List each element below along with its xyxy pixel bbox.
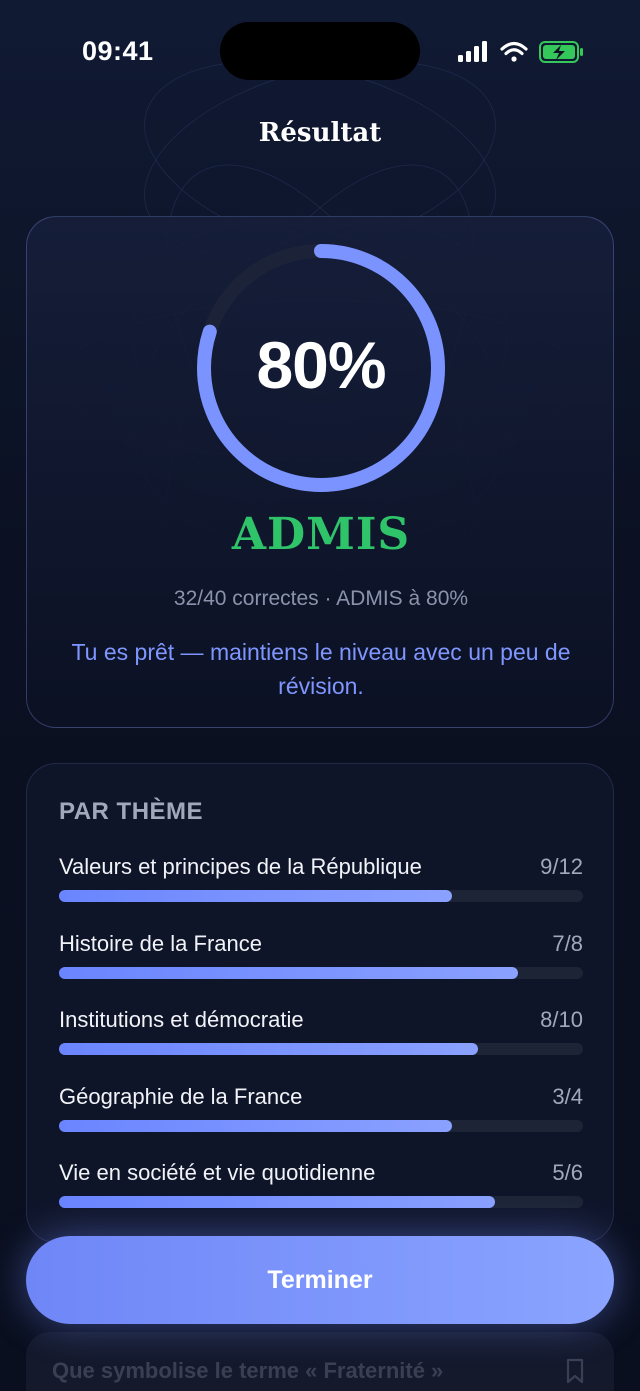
theme-label: Valeurs et principes de la République <box>59 854 422 879</box>
score-card: 80% ADMIS 32/40 correctes · ADMIS à 80% … <box>26 216 614 728</box>
signal-icon <box>458 41 487 62</box>
theme-bar-fill <box>59 967 518 979</box>
dynamic-island <box>220 22 420 80</box>
theme-bar-track <box>59 1196 583 1208</box>
theme-bar-track <box>59 967 583 979</box>
finish-button[interactable]: Terminer <box>26 1236 614 1324</box>
status-time: 09:41 <box>82 36 154 66</box>
theme-bar-fill <box>59 890 452 902</box>
themes-card: PAR THÈME Valeurs et principes de la Rép… <box>26 763 614 1243</box>
advice-text: Tu es prêt — maintiens le niveau avec un… <box>71 639 571 699</box>
theme-bar-track <box>59 1043 583 1055</box>
theme-bar-fill <box>59 1120 452 1132</box>
theme-score: 9/12 <box>540 854 583 879</box>
status-bar: 09:41 <box>0 0 640 100</box>
theme-row: Vie en société et vie quotidienne 5/6 <box>59 1160 583 1216</box>
theme-bar-fill <box>59 1043 479 1055</box>
theme-row: Valeurs et principes de la République 9/… <box>59 854 583 910</box>
theme-bar-fill <box>59 1196 496 1208</box>
theme-bar-track <box>59 1120 583 1132</box>
score-summary: 32/40 correctes · ADMIS à 80% <box>173 587 469 610</box>
theme-score: 3/4 <box>552 1084 583 1109</box>
themes-heading: PAR THÈME <box>59 798 204 825</box>
theme-score: 7/8 <box>552 931 583 956</box>
bookmark-icon[interactable] <box>566 1358 584 1384</box>
score-percent: 80% <box>256 328 386 402</box>
theme-row: Histoire de la France 7/8 <box>59 931 583 987</box>
theme-label: Institutions et démocratie <box>59 1007 304 1032</box>
theme-label: Géographie de la France <box>59 1084 303 1109</box>
status-icons <box>458 41 583 63</box>
question-preview-card[interactable]: Que symbolise le terme « Fraternité » <box>26 1332 614 1391</box>
page-title: Résultat <box>258 118 382 148</box>
battery-charging-icon <box>539 41 583 63</box>
theme-score: 5/6 <box>552 1160 583 1185</box>
theme-label: Histoire de la France <box>59 931 262 956</box>
theme-row: Géographie de la France 3/4 <box>59 1084 583 1140</box>
result-verdict: ADMIS <box>231 509 411 560</box>
wifi-icon <box>500 41 528 62</box>
theme-bar-track <box>59 890 583 902</box>
theme-label: Vie en société et vie quotidienne <box>59 1160 376 1185</box>
question-preview-text: Que symbolise le terme « Fraternité » <box>52 1358 444 1383</box>
theme-score: 8/10 <box>540 1007 583 1032</box>
theme-row: Institutions et démocratie 8/10 <box>59 1007 583 1063</box>
